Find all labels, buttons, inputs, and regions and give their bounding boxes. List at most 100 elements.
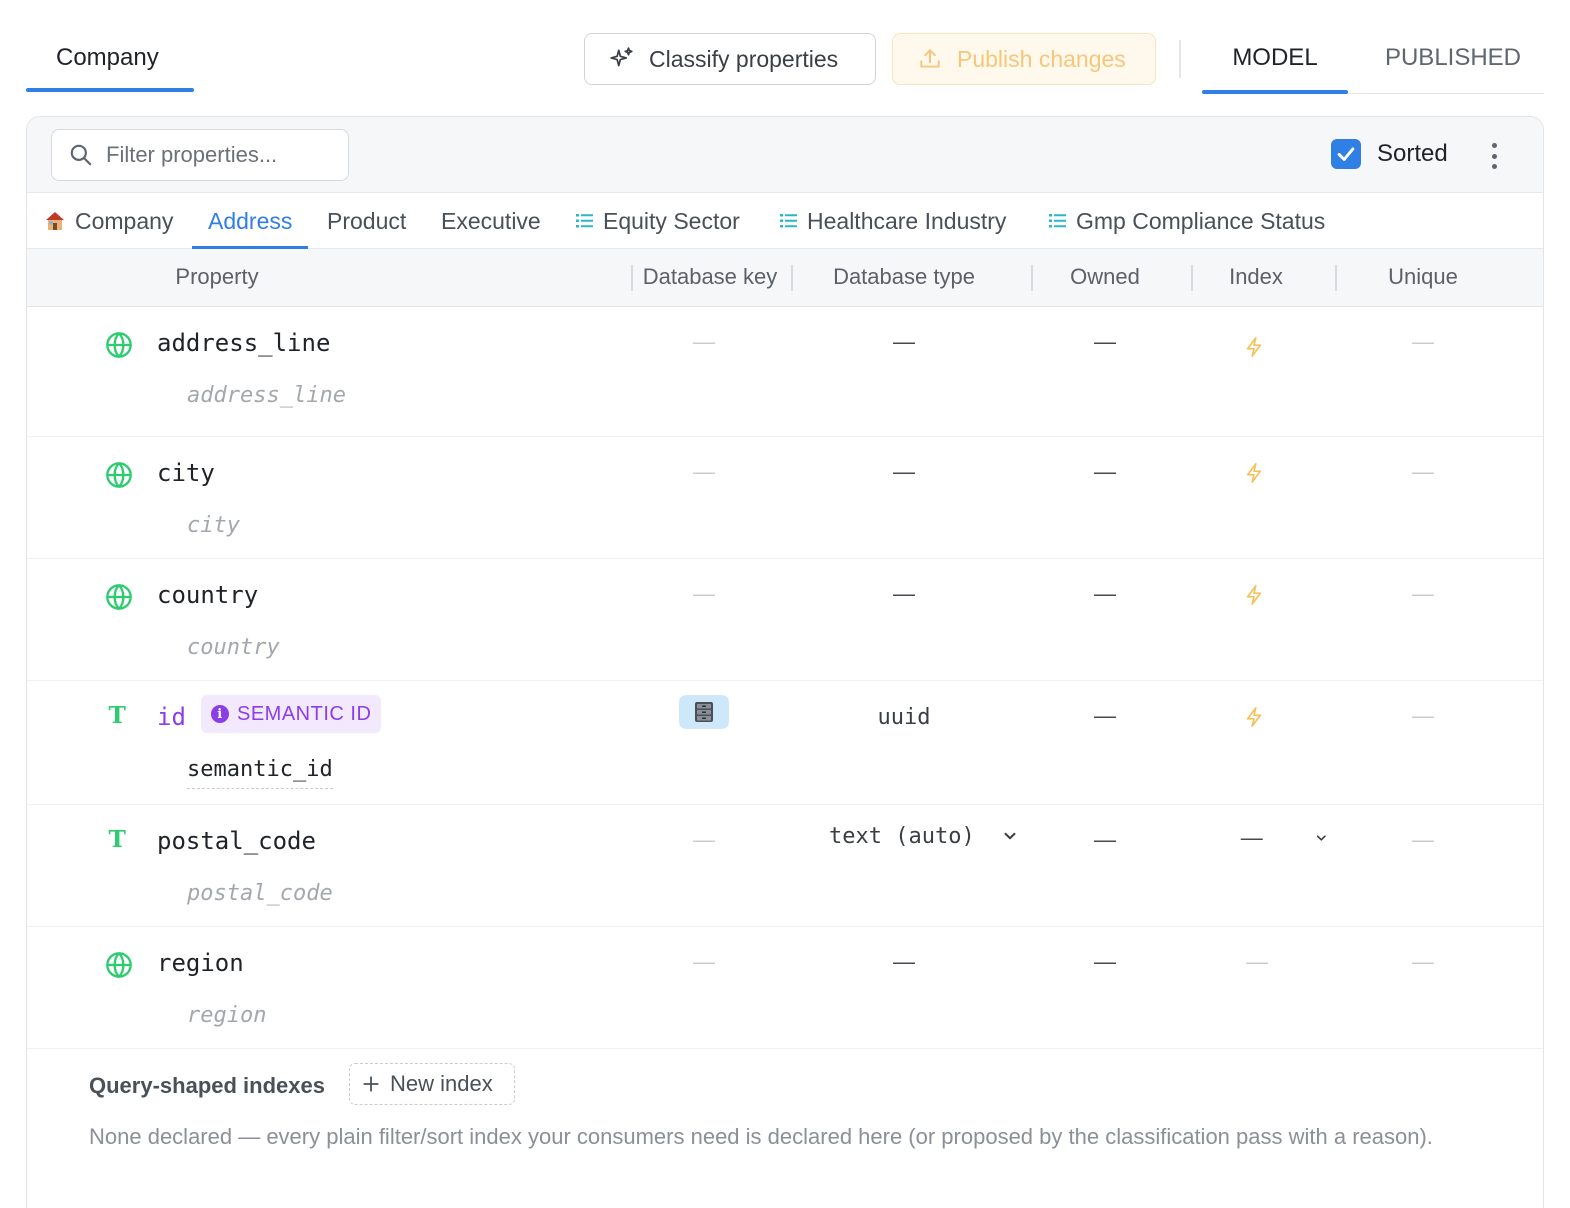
owned-value[interactable]: — [1077, 703, 1133, 729]
type-tab-product[interactable]: Product [327, 193, 406, 249]
query-indexes-title: Query-shaped indexes [89, 1073, 325, 1098]
panel-toolbar: Sorted [27, 117, 1543, 193]
type-tab-executive[interactable]: Executive [441, 193, 541, 249]
property-name[interactable]: region [157, 949, 244, 977]
database-type-value[interactable]: — [847, 949, 961, 975]
property-name[interactable]: id [157, 703, 186, 731]
property-key: city [187, 513, 240, 538]
top-bar: Company Classify properties Publish chan… [0, 0, 1570, 96]
column-unique[interactable]: Unique [1343, 249, 1503, 307]
globe-icon [106, 584, 132, 610]
owned-value[interactable]: — [1077, 459, 1133, 485]
property-name[interactable]: city [157, 459, 215, 487]
unique-value[interactable]: — [1395, 459, 1451, 485]
properties-panel: Sorted Company Address Product Execut [26, 116, 1544, 1208]
entity-tab-label: Company [56, 44, 159, 71]
database-type-value[interactable]: — [847, 329, 961, 355]
property-name[interactable]: country [157, 581, 258, 609]
unique-value[interactable]: — [1395, 329, 1451, 355]
lightning-icon[interactable] [1243, 335, 1265, 359]
svg-text:T: T [109, 825, 127, 853]
property-key[interactable]: semantic_id [187, 757, 333, 789]
column-divider [1335, 265, 1337, 291]
entity-type-tabs: Company Address Product Executive Equity… [27, 193, 1543, 250]
filter-properties-search[interactable] [51, 129, 349, 181]
table-header: Property Database key Database type Owne… [27, 249, 1543, 307]
upload-icon [920, 49, 940, 68]
classify-properties-button[interactable]: Classify properties [584, 33, 876, 85]
type-tab-label: Equity Sector [603, 208, 740, 234]
type-tab-label: Healthcare Industry [807, 208, 1007, 234]
table-row[interactable]: address_line address_line — — — — [27, 307, 1543, 437]
entity-tab-company[interactable]: Company [26, 30, 194, 92]
checkmark-icon [1337, 147, 1355, 161]
query-indexes-description: None declared — every plain filter/sort … [89, 1124, 1433, 1149]
new-index-button[interactable]: New index [349, 1063, 515, 1105]
lightning-icon[interactable] [1243, 705, 1265, 729]
house-icon [46, 212, 64, 230]
kebab-dot [1491, 164, 1497, 169]
table-row[interactable]: city city — — — — [27, 437, 1543, 559]
column-property[interactable]: Property [127, 249, 307, 307]
database-key-chip[interactable] [679, 695, 729, 729]
tab-published[interactable]: PUBLISHED [1362, 30, 1544, 92]
type-tab-label: Executive [441, 208, 541, 234]
database-type-value[interactable]: — [847, 459, 961, 485]
column-owned[interactable]: Owned [1037, 249, 1173, 307]
chevron-down-icon [1317, 835, 1327, 841]
sorted-toggle[interactable]: Sorted [1331, 139, 1448, 169]
index-select[interactable]: — [1229, 821, 1329, 855]
owned-value[interactable]: — [1077, 581, 1133, 607]
table-row[interactable]: T postal_code postal_code — text (auto) … [27, 805, 1543, 927]
index-value[interactable]: — [1229, 949, 1285, 975]
filter-properties-input[interactable] [106, 142, 326, 168]
database-type-select[interactable]: text (auto) [829, 819, 1029, 853]
unique-value[interactable]: — [1395, 703, 1451, 729]
database-type-value[interactable]: uuid [847, 705, 961, 730]
column-index[interactable]: Index [1197, 249, 1315, 307]
info-icon: i [211, 705, 229, 723]
lightning-icon[interactable] [1243, 461, 1265, 485]
lightning-icon[interactable] [1243, 583, 1265, 607]
property-name[interactable]: address_line [157, 329, 330, 357]
property-name[interactable]: postal_code [157, 827, 316, 855]
owned-value[interactable]: — [1077, 949, 1133, 975]
tab-model[interactable]: MODEL [1202, 30, 1348, 94]
text-type-icon: T [109, 825, 127, 853]
toolbar-divider [1179, 40, 1181, 78]
semantic-id-badge: i SEMANTIC ID [201, 695, 382, 733]
search-icon [70, 144, 92, 166]
cabinet-icon [695, 702, 713, 722]
table-row[interactable]: region region — — — — — [27, 927, 1543, 1049]
property-key: country [187, 635, 280, 660]
unique-value[interactable]: — [1395, 949, 1451, 975]
owned-value[interactable]: — [1077, 329, 1133, 355]
type-tab-healthcare-industry[interactable]: Healthcare Industry [779, 193, 1006, 249]
list-icon [1049, 214, 1066, 228]
owned-value[interactable]: — [1077, 827, 1133, 853]
sorted-checkbox[interactable] [1331, 139, 1361, 169]
database-type-value[interactable]: — [847, 581, 961, 607]
svg-text:T: T [109, 701, 127, 729]
column-database-key[interactable]: Database key [631, 249, 789, 307]
text-type-icon: T [109, 701, 127, 729]
database-key-value: — [693, 949, 715, 974]
type-tab-equity-sector[interactable]: Equity Sector [575, 193, 740, 249]
globe-icon [106, 332, 132, 358]
type-tab-gmp-compliance-status[interactable]: Gmp Compliance Status [1048, 193, 1325, 249]
table-row[interactable]: country country — — — — [27, 559, 1543, 681]
unique-value[interactable]: — [1395, 827, 1451, 853]
type-tab-address[interactable]: Address [192, 193, 309, 250]
publish-changes-button[interactable]: Publish changes [892, 33, 1156, 85]
column-database-type[interactable]: Database type [797, 249, 1011, 307]
mode-tabs: MODEL PUBLISHED [1202, 30, 1544, 94]
more-options-icon[interactable] [1479, 141, 1509, 171]
unique-value[interactable]: — [1395, 581, 1451, 607]
list-icon [576, 214, 593, 228]
type-tab-company[interactable]: Company [43, 193, 173, 249]
column-divider [1031, 265, 1033, 291]
table-row[interactable]: T id i SEMANTIC ID semantic_id uuid — — [27, 681, 1543, 805]
semantic-id-badge-label: SEMANTIC ID [237, 702, 372, 725]
type-tab-label: Company [75, 208, 174, 234]
column-divider [791, 265, 793, 291]
